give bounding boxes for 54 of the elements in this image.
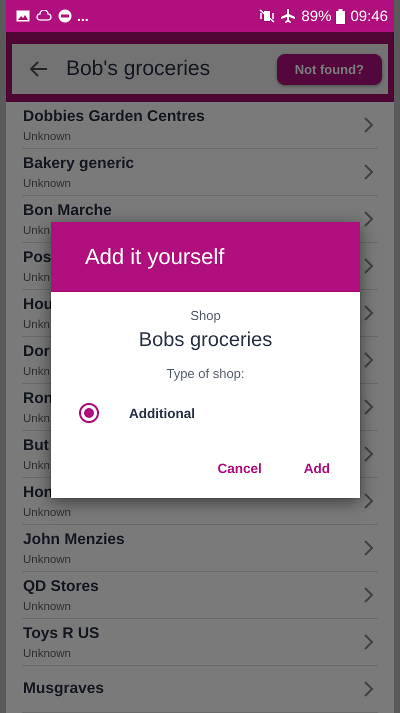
- chevron-icon[interactable]: [364, 164, 374, 180]
- battery-icon: [336, 8, 346, 24]
- page-title: Bob's groceries: [66, 57, 212, 81]
- chevron-icon[interactable]: [364, 540, 374, 556]
- shop-name[interactable]: John Menzies: [23, 530, 125, 548]
- shop-name[interactable]: Musgraves: [23, 680, 104, 698]
- cloud-icon: [35, 10, 53, 22]
- shop-type: Unknown: [23, 554, 71, 566]
- chevron-icon[interactable]: [364, 399, 374, 415]
- chevron-icon[interactable]: [364, 258, 374, 274]
- shop-name[interactable]: Bakery generic: [23, 154, 134, 172]
- option-label[interactable]: Additional: [129, 406, 195, 420]
- shop-name[interactable]: Bon Marche: [23, 202, 112, 220]
- shop-type: Unkn: [23, 366, 50, 378]
- shop-type: Unkn: [23, 412, 50, 424]
- shop-name[interactable]: Dor: [23, 342, 50, 360]
- chevron-icon[interactable]: [364, 493, 374, 509]
- shop-name-value: Bobs groceries: [138, 329, 272, 352]
- shop-type: Unkn: [23, 460, 50, 472]
- chevron-icon[interactable]: [364, 634, 374, 650]
- shop-type: Unkn: [23, 272, 50, 284]
- dialog-button[interactable]: Cancel: [211, 453, 268, 484]
- image-icon: [16, 10, 30, 22]
- shop-name[interactable]: Pos: [23, 248, 52, 266]
- type-label: Type of shop:: [166, 366, 245, 381]
- battery-percent: 89%: [301, 8, 332, 24]
- shop-name[interactable]: Dobbies Garden Centres: [23, 108, 205, 126]
- chevron-icon[interactable]: [364, 681, 374, 697]
- chevron-icon[interactable]: [364, 117, 374, 133]
- dialog-button[interactable]: Add: [298, 453, 336, 484]
- shop-type: Unkn: [23, 318, 50, 330]
- shop-name[interactable]: But: [23, 436, 49, 454]
- vibrate-mute-icon: [259, 9, 276, 23]
- dialog-title: Add it yourself: [85, 244, 224, 270]
- chevron-icon[interactable]: [364, 446, 374, 462]
- shop-name[interactable]: Toys R US: [23, 624, 100, 642]
- shop-type: Unknown: [23, 178, 71, 190]
- shop-name[interactable]: QD Stores: [23, 578, 99, 596]
- shop-type: Unknown: [23, 648, 71, 660]
- airplane-icon: [280, 8, 296, 24]
- more-notifications: ...: [77, 8, 89, 24]
- shop-type: Unknown: [23, 600, 71, 612]
- chevron-icon[interactable]: [364, 211, 374, 227]
- back-arrow-icon[interactable]: [30, 61, 48, 77]
- chevron-icon[interactable]: [364, 587, 374, 603]
- shop-label: Shop: [190, 308, 221, 323]
- radio-button[interactable]: [79, 403, 99, 423]
- chevron-icon[interactable]: [364, 305, 374, 321]
- not-found-button[interactable]: Not found?: [276, 54, 382, 84]
- shop-type: Unknown: [23, 506, 71, 518]
- clock: 09:46: [350, 8, 388, 24]
- shop-type: Unknown: [23, 130, 71, 142]
- chevron-icon[interactable]: [364, 352, 374, 368]
- shop-type: Unkn: [23, 224, 50, 236]
